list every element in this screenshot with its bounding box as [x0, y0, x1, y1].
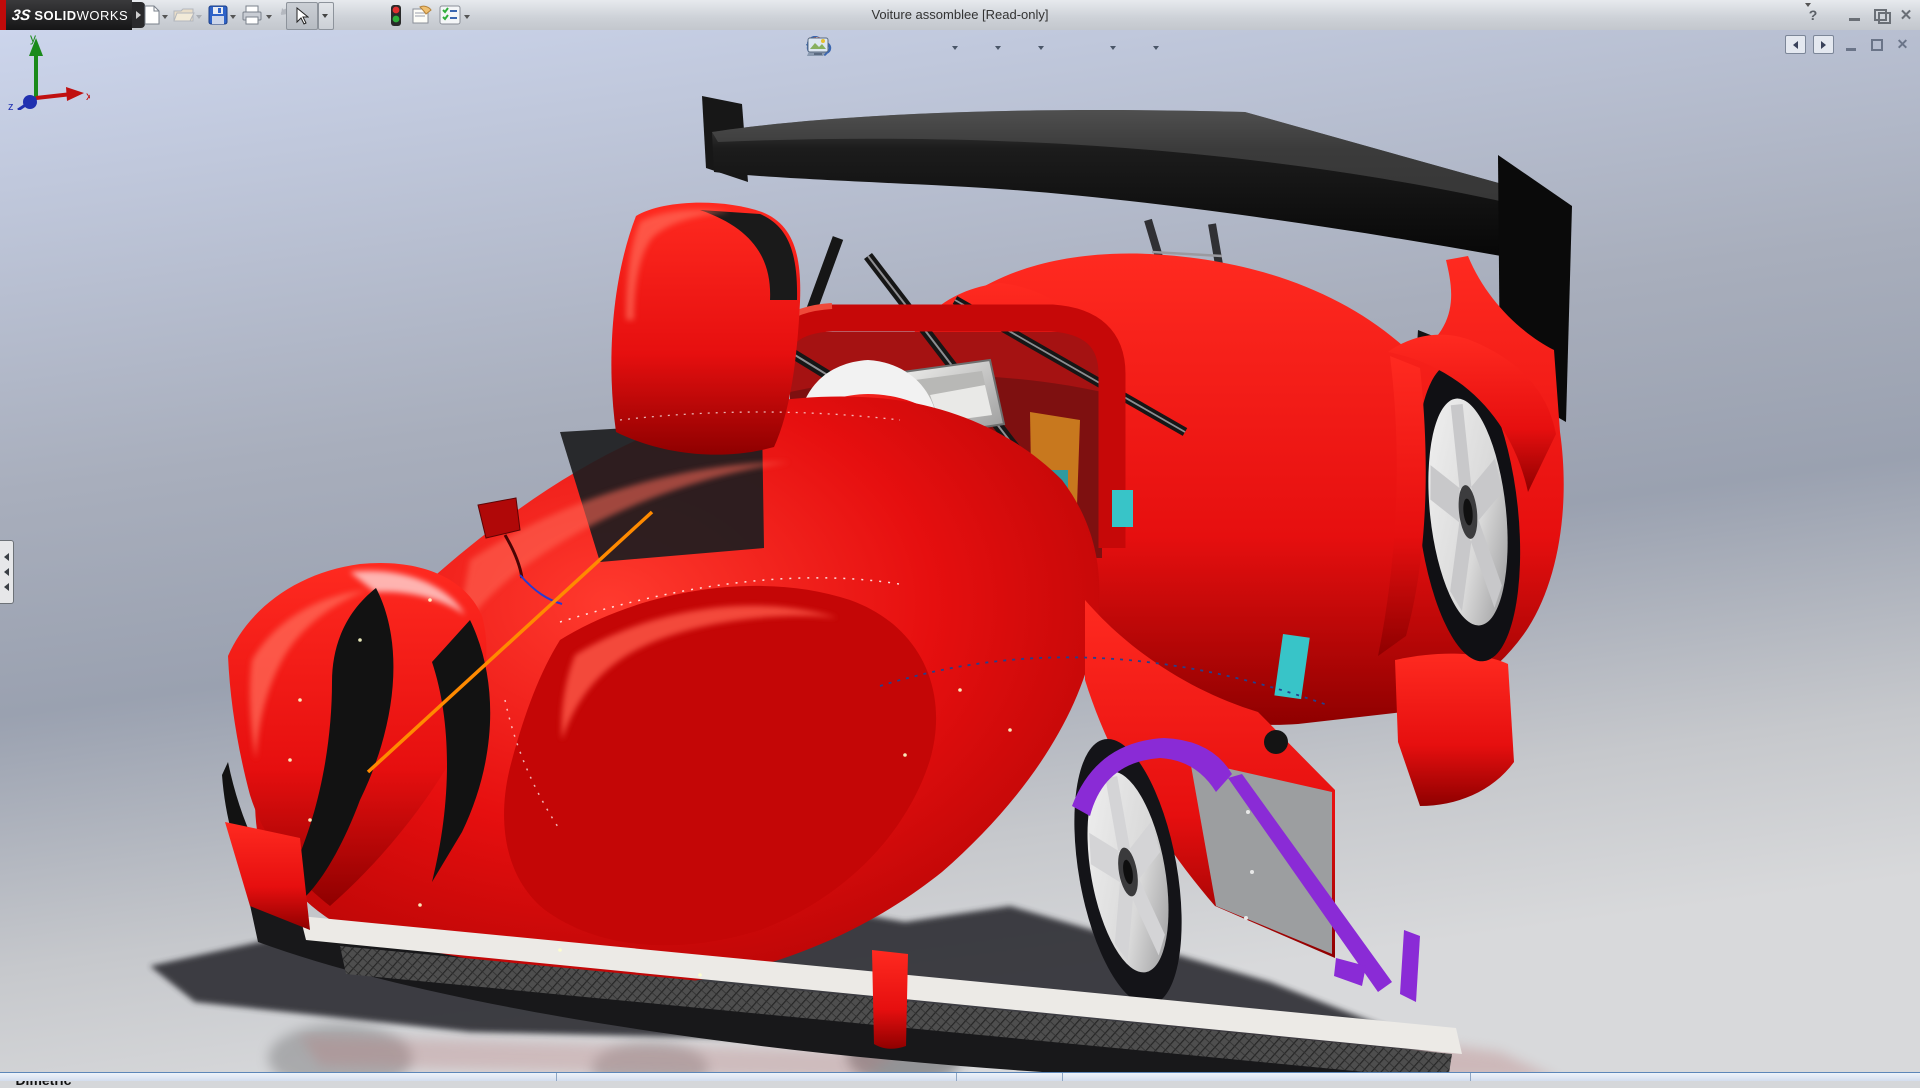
rebuild-button[interactable] [384, 4, 408, 26]
display-style-dropdown[interactable] [994, 36, 1003, 60]
pane-right-button[interactable] [1813, 35, 1834, 54]
collapse-arrow-icon [4, 553, 9, 561]
checklist-icon [439, 5, 461, 25]
close-button[interactable]: ✕ [1896, 6, 1916, 24]
note-hand-icon [411, 5, 433, 25]
print-button[interactable] [240, 4, 264, 26]
select-cursor-icon [295, 7, 309, 25]
print-dropdown[interactable] [264, 12, 274, 22]
print-icon [241, 5, 263, 25]
pane-right-icon [1821, 41, 1826, 49]
doc-restore-icon [1871, 39, 1883, 51]
feature-manager-collapsed-tab[interactable] [0, 540, 14, 604]
view-settings-icon [806, 35, 830, 57]
save-dropdown[interactable] [228, 12, 238, 22]
open-button[interactable] [172, 4, 196, 26]
help-dropdown[interactable] [1829, 6, 1838, 24]
titlebar: 3S SOLIDWORKS Voiture assomblee [Read-on… [0, 0, 1920, 31]
collapse-arrow-icon [4, 583, 9, 591]
3d-model-canvas[interactable] [0, 30, 1920, 1072]
pane-left-button[interactable] [1785, 35, 1806, 54]
doc-minimize-button[interactable] [1841, 36, 1860, 53]
view-orientation-button[interactable] [922, 36, 946, 60]
save-icon [208, 5, 228, 25]
open-icon [173, 5, 195, 25]
zoom-to-area-button[interactable] [835, 36, 859, 60]
triad-z-label: z [8, 101, 14, 110]
teal-hoop-bracket [1112, 490, 1133, 527]
solidworks-logo-text: SOLIDWORKS [34, 8, 128, 23]
new-document-dropdown[interactable] [160, 12, 170, 22]
select-tool-button[interactable] [286, 2, 318, 30]
section-view-button[interactable] [893, 36, 917, 60]
help-button[interactable]: ? [1803, 6, 1823, 24]
apply-scene-button[interactable] [1080, 36, 1104, 60]
edit-appearance-note-button[interactable] [410, 4, 434, 26]
minimize-button[interactable] [1844, 6, 1864, 24]
triad-x-label: x [86, 89, 90, 103]
view-settings-button[interactable] [1123, 36, 1147, 60]
select-tool-dropdown[interactable] [318, 2, 334, 30]
open-dropdown[interactable] [194, 12, 204, 22]
graphics-area[interactable]: ✕ y x z *Dimetric [0, 30, 1920, 1072]
solidworks-logo: 3S SOLIDWORKS [0, 0, 132, 30]
view-settings-dropdown[interactable] [1152, 36, 1161, 60]
document-window-controls: ✕ [1785, 35, 1912, 54]
traffic-light-icon [390, 5, 402, 26]
edit-appearance-button[interactable] [1051, 36, 1075, 60]
view-orientation-dropdown[interactable] [951, 36, 960, 60]
previous-view-button[interactable] [864, 36, 888, 60]
solidworks-logo-mark: 3S [11, 7, 32, 24]
logo-red-strip [0, 0, 6, 30]
doc-close-button[interactable]: ✕ [1893, 36, 1912, 53]
pane-left-icon [1793, 41, 1798, 49]
save-button[interactable] [206, 4, 230, 26]
hide-show-items-dropdown[interactable] [1037, 36, 1046, 60]
new-document-icon [143, 5, 161, 25]
reference-triad: y x z [0, 30, 90, 110]
restore-button[interactable] [1870, 6, 1890, 24]
collapse-arrow-icon [4, 568, 9, 576]
options-checklist-button[interactable] [438, 4, 462, 26]
doc-restore-button[interactable] [1867, 36, 1886, 53]
fuel-port [1264, 730, 1288, 754]
hide-show-items-button[interactable] [1008, 36, 1032, 60]
apply-scene-dropdown[interactable] [1109, 36, 1118, 60]
heads-up-view-toolbar [806, 35, 1161, 61]
options-checklist-dropdown[interactable] [462, 12, 472, 22]
display-style-button[interactable] [965, 36, 989, 60]
